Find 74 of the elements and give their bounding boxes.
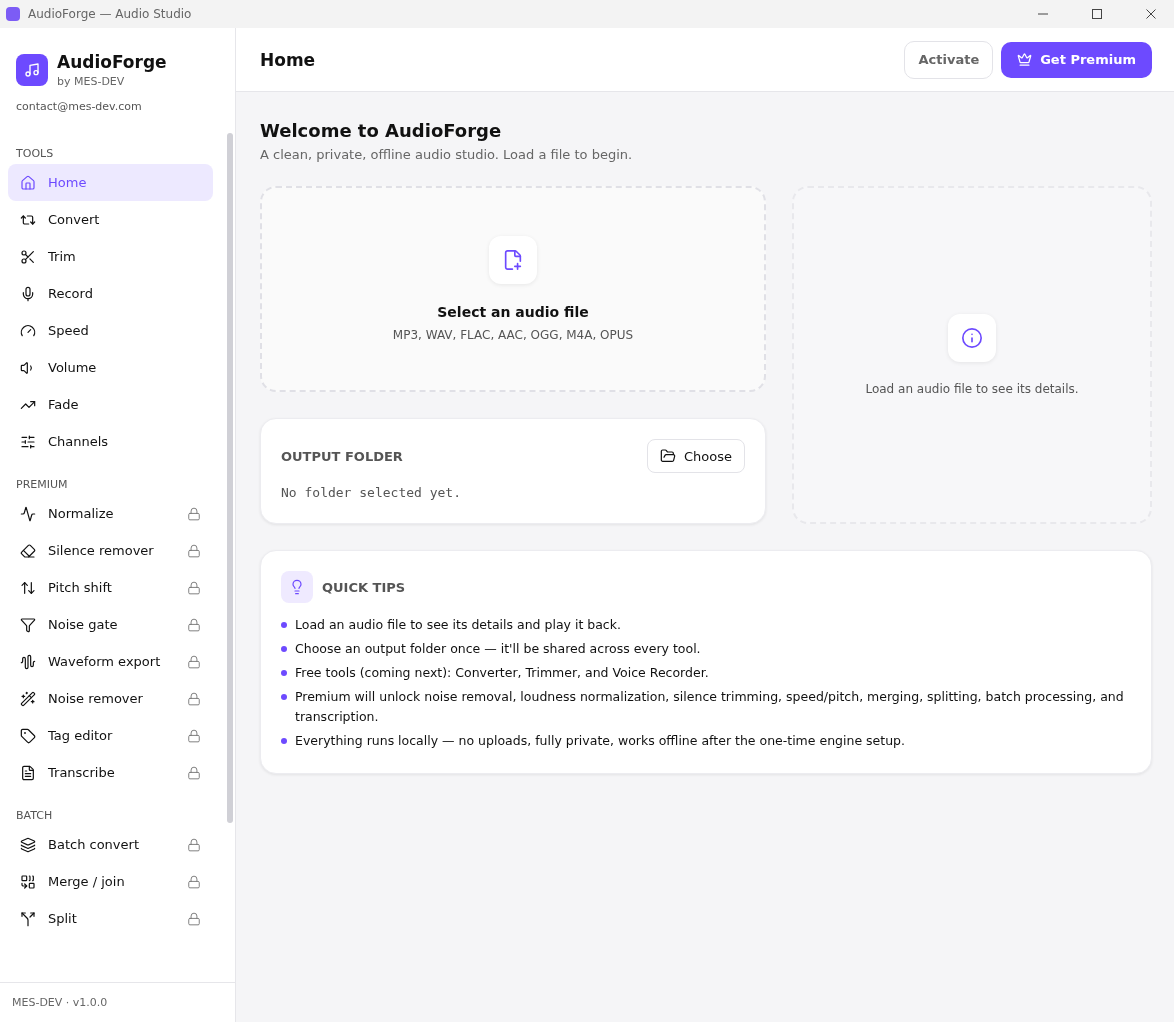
music-note-icon bbox=[16, 54, 48, 86]
bullet-dot bbox=[281, 738, 287, 744]
welcome-subtitle: A clean, private, offline audio studio. Load a file to begin. bbox=[260, 147, 634, 162]
microphone-icon bbox=[20, 285, 36, 302]
app-name: AudioForge bbox=[57, 52, 167, 72]
nav-item[interactable]: Fade bbox=[8, 386, 213, 423]
version-label: MES-DEV · v1.0.0 bbox=[0, 982, 235, 1022]
window-title: AudioForge — Audio Studio bbox=[28, 7, 193, 21]
tip-text: Free tools (coming next): Converter, Trimmer, and Voice Recorder. bbox=[295, 664, 709, 682]
tag-icon bbox=[20, 727, 36, 744]
nav-item[interactable]: Volume bbox=[8, 349, 213, 386]
bullet-dot bbox=[281, 646, 287, 652]
card-title: QUICK TIPS bbox=[322, 579, 406, 595]
contact-email: contact@mes-dev.com bbox=[16, 100, 143, 113]
nav-item[interactable]: Trim bbox=[8, 238, 213, 275]
waveform-icon bbox=[20, 653, 36, 670]
nav-item[interactable]: Noise remover bbox=[8, 680, 213, 717]
nav-item[interactable]: Tag editor bbox=[8, 717, 213, 754]
tip-text: Load an audio file to see its details and play it back. bbox=[295, 616, 621, 634]
nav-item[interactable]: Split bbox=[8, 900, 213, 937]
nav-item[interactable]: Waveform export bbox=[8, 643, 213, 680]
format-list: MP3, WAV, FLAC, AAC, OGG, M4A, OPUS bbox=[392, 328, 634, 342]
nav-item[interactable]: Speed bbox=[8, 312, 213, 349]
tip-text: Everything runs locally — no uploads, fully private, works offline after the one-time engine setup. bbox=[295, 732, 905, 750]
card-title: OUTPUT FOLDER bbox=[281, 448, 403, 464]
eraser-icon bbox=[20, 542, 36, 559]
bullet-dot bbox=[281, 694, 287, 700]
layers-icon bbox=[20, 836, 36, 853]
welcome-title: Welcome to AudioForge bbox=[260, 120, 503, 141]
nav-item[interactable]: Normalize bbox=[8, 495, 213, 532]
file-drop-zone[interactable]: Select an audio file MP3, WAV, FLAC, AAC, OGG, M4A, OPUS bbox=[260, 186, 766, 392]
page-title: Home bbox=[260, 49, 317, 70]
tip-text: Choose an output folder once — it'll be shared across every tool. bbox=[295, 640, 701, 658]
folder-path: No folder selected yet. bbox=[281, 485, 462, 500]
choose-button[interactable]: Choose bbox=[647, 439, 745, 473]
lightbulb-icon bbox=[281, 571, 313, 603]
app-icon bbox=[6, 7, 20, 21]
info-icon bbox=[948, 314, 996, 362]
file-plus-icon bbox=[489, 236, 537, 284]
bullet-dot bbox=[281, 622, 287, 628]
byline: by MES-DEV bbox=[57, 75, 126, 88]
scrollbar[interactable] bbox=[227, 133, 233, 823]
premium-button[interactable]: Get Premium bbox=[1001, 41, 1152, 78]
pulse-icon bbox=[20, 505, 36, 522]
bullet-dot bbox=[281, 670, 287, 676]
folder-icon bbox=[660, 448, 676, 464]
nav-item[interactable]: Noise gate bbox=[8, 606, 213, 643]
nav-item[interactable]: Batch convert bbox=[8, 826, 213, 863]
document-icon bbox=[20, 764, 36, 781]
nav-item[interactable]: Channels bbox=[8, 423, 213, 460]
nav-item[interactable]: Pitch shift bbox=[8, 569, 213, 606]
nav-item[interactable]: Merge / join bbox=[8, 863, 213, 900]
nav-item[interactable]: Transcribe bbox=[8, 754, 213, 791]
nav-item[interactable]: Silence remover bbox=[8, 532, 213, 569]
funnel-icon bbox=[20, 616, 36, 633]
activate-button[interactable]: Activate bbox=[904, 40, 994, 79]
up-down-arrows-icon bbox=[20, 579, 36, 596]
nav-item[interactable]: Record bbox=[8, 275, 213, 312]
details-message: Load an audio file to see its details. bbox=[865, 382, 1079, 396]
split-icon bbox=[20, 910, 36, 927]
nav-item[interactable]: Home bbox=[8, 164, 213, 201]
squares-icon bbox=[20, 873, 36, 890]
section-title: TOOLS bbox=[15, 147, 55, 160]
nav-item[interactable]: Convert bbox=[8, 201, 213, 238]
crown-icon bbox=[1017, 52, 1033, 67]
magic-wand-icon bbox=[20, 690, 36, 707]
section-title: BATCH bbox=[15, 809, 54, 822]
home-icon bbox=[20, 174, 36, 191]
sliders-icon bbox=[20, 433, 36, 450]
scissors-icon bbox=[20, 248, 36, 265]
section-title: PREMIUM bbox=[15, 478, 69, 491]
tip-text: Premium will unlock noise removal, loudness normalization, silence trimming, speed/pitch, merging, splitting, batch processing, and transcription. bbox=[295, 688, 1125, 726]
drop-title: Select an audio file bbox=[437, 304, 589, 320]
gauge-icon bbox=[20, 322, 36, 339]
